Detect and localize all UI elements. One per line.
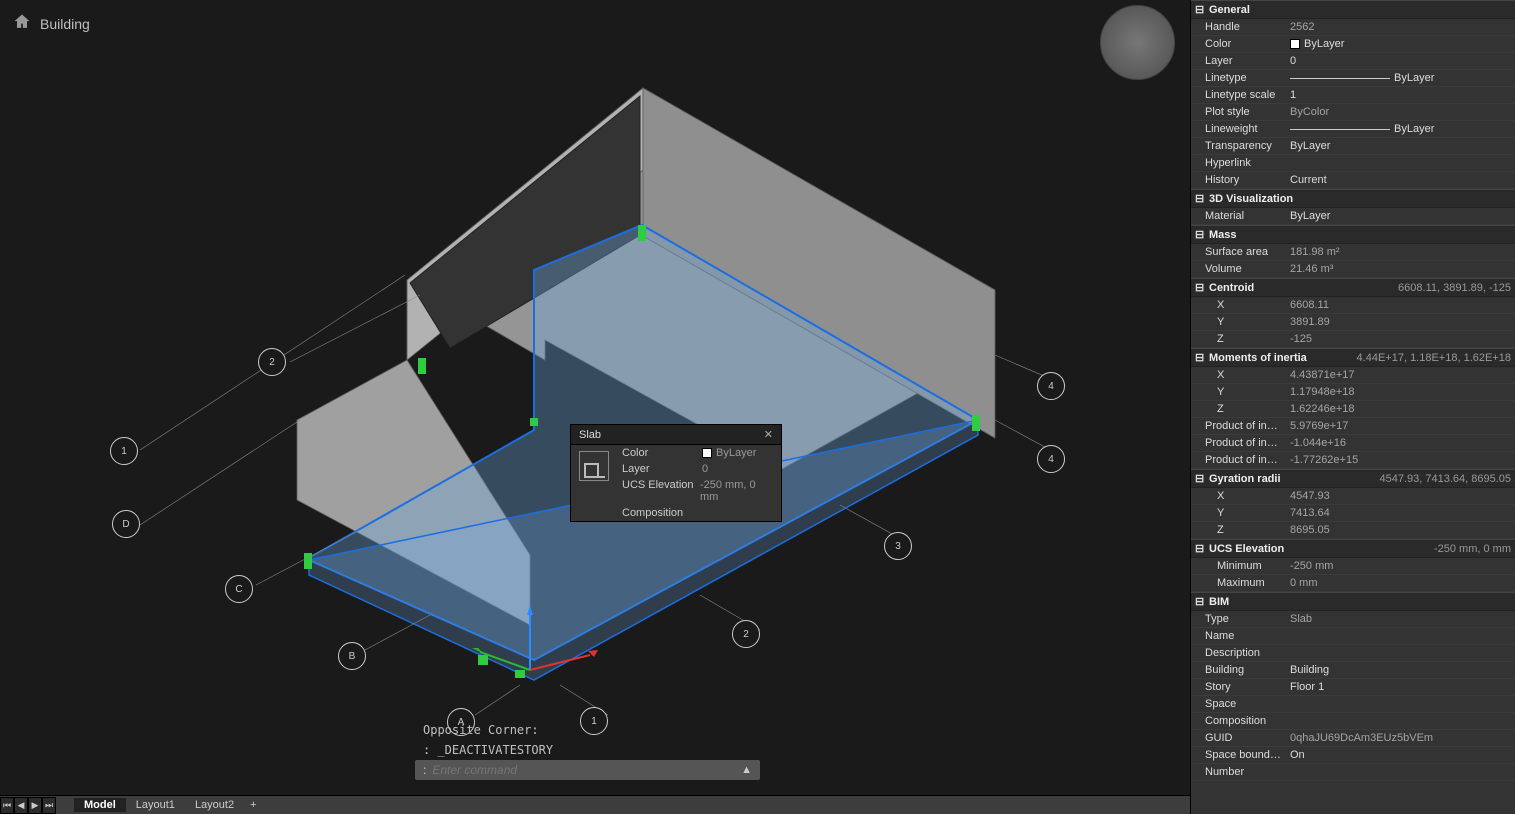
prop-moments-y[interactable]: Y1.17948e+18 <box>1191 384 1515 401</box>
command-history-line: : _DEACTIVATESTORY <box>415 740 760 760</box>
grid-bubble[interactable]: C <box>225 575 253 603</box>
tab-layout1[interactable]: Layout1 <box>126 798 185 812</box>
prop-moments-x[interactable]: X4.43871e+17 <box>1191 367 1515 384</box>
lineweight-preview-icon <box>1290 129 1390 130</box>
grid-bubble[interactable]: 2 <box>732 620 760 648</box>
properties-panel[interactable]: ⊟General Handle2562 ColorByLayer Layer0 … <box>1190 0 1515 814</box>
slab-icon <box>579 451 609 481</box>
prop-volume[interactable]: Volume21.46 m³ <box>1191 261 1515 278</box>
section-bim[interactable]: ⊟BIM <box>1191 592 1515 611</box>
section-moments[interactable]: ⊟Moments of inertia4.44E+17, 1.18E+18, 1… <box>1191 348 1515 367</box>
grid-bubble[interactable]: D <box>112 510 140 538</box>
collapse-icon: ⊟ <box>1195 228 1205 241</box>
prop-centroid-z[interactable]: Z-125 <box>1191 331 1515 348</box>
prop-color[interactable]: ColorByLayer <box>1191 36 1515 53</box>
add-layout-button[interactable]: + <box>244 799 262 811</box>
prop-bim-space-bounding[interactable]: Space boundingOn <box>1191 747 1515 764</box>
grid-bubble[interactable]: 2 <box>258 348 286 376</box>
command-input[interactable] <box>432 763 741 777</box>
tab-nav-next[interactable]: ▶ <box>28 797 42 814</box>
section-mass[interactable]: ⊟Mass <box>1191 225 1515 244</box>
prop-transparency[interactable]: TransparencyByLayer <box>1191 138 1515 155</box>
prop-layer[interactable]: Layer0 <box>1191 53 1515 70</box>
qp-row-composition[interactable]: Composition <box>616 505 781 521</box>
close-icon[interactable]: ✕ <box>764 428 773 441</box>
section-3d-visualization[interactable]: ⊟3D Visualization <box>1191 189 1515 208</box>
prop-centroid-y[interactable]: Y3891.89 <box>1191 314 1515 331</box>
qp-row-layer[interactable]: Layer 0 <box>616 461 781 477</box>
prop-bim-space[interactable]: Space <box>1191 696 1515 713</box>
prop-bim-building[interactable]: BuildingBuilding <box>1191 662 1515 679</box>
prop-history[interactable]: HistoryCurrent <box>1191 172 1515 189</box>
prop-centroid-x[interactable]: X6608.11 <box>1191 297 1515 314</box>
tab-layout2[interactable]: Layout2 <box>185 798 244 812</box>
quick-props-title: Slab <box>579 429 601 441</box>
prop-surface-area[interactable]: Surface area181.98 m² <box>1191 244 1515 261</box>
grid-bubble[interactable]: B <box>338 642 366 670</box>
grid-bubble[interactable]: 4 <box>1037 445 1065 473</box>
tab-nav-last[interactable]: ⏭ <box>42 797 56 814</box>
prop-product-inertia-1[interactable]: Product of inertia5.9769e+17 <box>1191 418 1515 435</box>
qp-row-ucs[interactable]: UCS Elevation -250 mm, 0 mm <box>616 477 781 505</box>
prop-gyration-z[interactable]: Z8695.05 <box>1191 522 1515 539</box>
prop-material[interactable]: MaterialByLayer <box>1191 208 1515 225</box>
collapse-icon: ⊟ <box>1195 595 1205 608</box>
collapse-icon: ⊟ <box>1195 472 1205 485</box>
command-history-line: Opposite Corner: <box>415 720 760 740</box>
layout-tab-bar: ⏮ ◀ ▶ ⏭ Model Layout1 Layout2 + <box>0 795 1190 814</box>
grid-bubble[interactable]: 1 <box>110 437 138 465</box>
command-prompt-prefix: : <box>423 763 426 777</box>
quick-properties-popup[interactable]: Slab ✕ Color ByLayer Layer 0 UCS Elevat <box>570 424 782 522</box>
prop-gyration-y[interactable]: Y7413.64 <box>1191 505 1515 522</box>
section-ucs-elevation[interactable]: ⊟UCS Elevation-250 mm, 0 mm <box>1191 539 1515 558</box>
section-general[interactable]: ⊟General <box>1191 0 1515 19</box>
prop-plot-style[interactable]: Plot styleByColor <box>1191 104 1515 121</box>
color-swatch-icon <box>1290 39 1300 49</box>
tab-model[interactable]: Model <box>74 798 126 812</box>
tab-nav-first[interactable]: ⏮ <box>0 797 14 814</box>
tab-nav-prev[interactable]: ◀ <box>14 797 28 814</box>
prop-handle[interactable]: Handle2562 <box>1191 19 1515 36</box>
section-centroid[interactable]: ⊟Centroid6608.11, 3891.89, -125 <box>1191 278 1515 297</box>
prop-bim-name[interactable]: Name <box>1191 628 1515 645</box>
viewport-3d[interactable]: Building <box>0 0 1190 795</box>
collapse-icon: ⊟ <box>1195 192 1205 205</box>
collapse-icon: ⊟ <box>1195 3 1205 16</box>
prop-bim-number[interactable]: Number <box>1191 764 1515 781</box>
prop-hyperlink[interactable]: Hyperlink <box>1191 155 1515 172</box>
section-gyration[interactable]: ⊟Gyration radii4547.93, 7413.64, 8695.05 <box>1191 469 1515 488</box>
prop-bim-guid[interactable]: GUID0qhaJU69DcAm3EUz5bVEm <box>1191 730 1515 747</box>
qp-row-color[interactable]: Color ByLayer <box>616 445 781 461</box>
prop-product-inertia-2[interactable]: Product of inertia-1.044e+16 <box>1191 435 1515 452</box>
command-area: Opposite Corner: : _DEACTIVATESTORY : ▲ <box>415 720 760 780</box>
chevron-up-icon[interactable]: ▲ <box>741 764 752 776</box>
grid-bubble[interactable]: 4 <box>1037 372 1065 400</box>
prop-gyration-x[interactable]: X4547.93 <box>1191 488 1515 505</box>
prop-linetype-scale[interactable]: Linetype scale1 <box>1191 87 1515 104</box>
prop-linetype[interactable]: LinetypeByLayer <box>1191 70 1515 87</box>
collapse-icon: ⊟ <box>1195 542 1205 555</box>
prop-ucs-min[interactable]: Minimum-250 mm <box>1191 558 1515 575</box>
model-geometry[interactable] <box>0 0 1190 795</box>
collapse-icon: ⊟ <box>1195 281 1205 294</box>
color-swatch-icon <box>702 448 712 458</box>
prop-bim-story[interactable]: StoryFloor 1 <box>1191 679 1515 696</box>
prop-moments-z[interactable]: Z1.62246e+18 <box>1191 401 1515 418</box>
prop-lineweight[interactable]: LineweightByLayer <box>1191 121 1515 138</box>
collapse-icon: ⊟ <box>1195 351 1205 364</box>
command-input-bar[interactable]: : ▲ <box>415 760 760 780</box>
prop-bim-composition[interactable]: Composition <box>1191 713 1515 730</box>
prop-bim-description[interactable]: Description <box>1191 645 1515 662</box>
prop-ucs-max[interactable]: Maximum0 mm <box>1191 575 1515 592</box>
linetype-preview-icon <box>1290 78 1390 79</box>
prop-bim-type[interactable]: TypeSlab <box>1191 611 1515 628</box>
grid-bubble[interactable]: 3 <box>884 532 912 560</box>
prop-product-inertia-3[interactable]: Product of inertia-1.77262e+15 <box>1191 452 1515 469</box>
